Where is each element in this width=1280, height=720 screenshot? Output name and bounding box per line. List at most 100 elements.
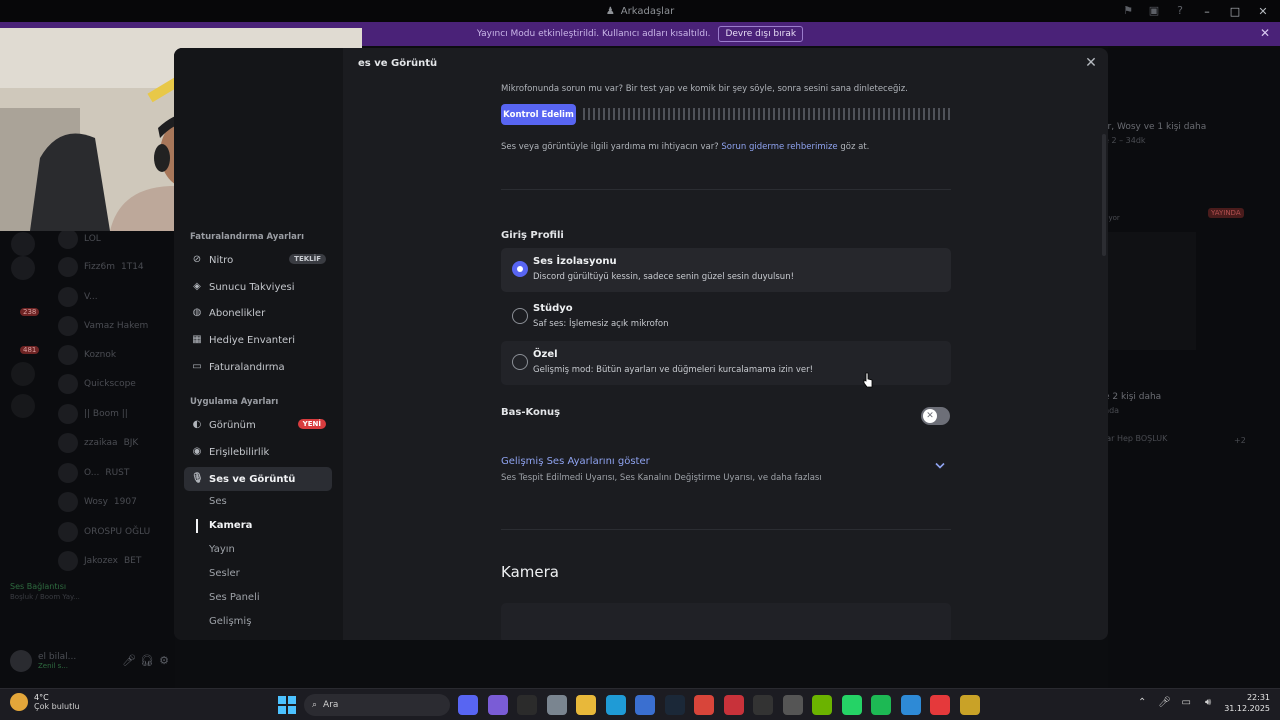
profile-option-custom[interactable]: Özel Gelişmiş mod: Bütün ayarları ve düğ… (501, 341, 951, 385)
mic-test-button[interactable]: Kontrol Edelim (501, 104, 576, 125)
steam-icon[interactable] (664, 695, 685, 715)
server-icon[interactable] (11, 232, 35, 256)
file-explorer-icon[interactable] (576, 695, 596, 715)
sidebar-subitem-advanced[interactable]: Gelişmiş (209, 616, 251, 627)
sidebar-item-accessibility[interactable]: ◉ Erişilebilirlik (184, 440, 332, 464)
server-badge: 238 (20, 308, 40, 316)
scrollbar[interactable] (1102, 134, 1106, 256)
chatgpt-icon[interactable] (782, 695, 803, 715)
radio-unselected[interactable] (512, 308, 528, 324)
radio-unselected[interactable] (512, 354, 528, 370)
stream-preview[interactable] (1104, 232, 1196, 350)
start-button[interactable] (278, 696, 296, 714)
profile-option-studio[interactable]: Stüdyo Saf ses: İşlemesiz açık mikrofon (501, 295, 951, 339)
avatar (58, 374, 78, 394)
sidebar-subitem-voice[interactable]: Ses (209, 496, 227, 507)
headset-icon[interactable]: 🎧︎ (140, 655, 154, 667)
chevron-down-icon[interactable] (935, 462, 945, 470)
sidebar-subitem-soundboard[interactable]: Ses Paneli (209, 592, 260, 603)
chevron-up-icon[interactable]: ⌃ (1136, 697, 1148, 709)
list-item[interactable]: Koznok (58, 342, 116, 368)
anydesk-icon[interactable] (930, 695, 950, 715)
capcut-icon[interactable] (753, 695, 773, 715)
friends-icon: ♟ (605, 5, 615, 17)
explore-icon[interactable] (11, 394, 35, 418)
weather-widget[interactable]: 4°C Çok bulutlu (10, 693, 80, 711)
list-item[interactable]: V... (58, 284, 98, 310)
settings-icon[interactable] (546, 695, 567, 715)
copilot-icon[interactable] (487, 695, 508, 715)
sidebar-item-subscriptions[interactable]: ◍ Abonelikler (184, 301, 332, 325)
list-item[interactable]: Wosy 1907 (58, 489, 137, 515)
add-server-icon[interactable] (11, 362, 35, 386)
hand-cursor-icon (863, 372, 873, 388)
inbox-icon[interactable]: ⚑ (1122, 5, 1134, 17)
clock[interactable]: 22:31 31.12.2025 (1224, 692, 1270, 714)
gear-icon[interactable]: ⚙ (158, 655, 170, 667)
volume-icon[interactable]: 🔊︎ (1202, 697, 1214, 709)
avatar (58, 492, 78, 512)
list-item[interactable]: O... RUST (58, 460, 129, 486)
avatar (58, 287, 78, 307)
epic-games-icon[interactable] (517, 695, 537, 715)
push-to-talk-toggle[interactable]: ✕ (921, 407, 950, 425)
sidebar-item-appearance[interactable]: ◐ Görünüm YENİ (184, 413, 332, 437)
user-panel: el bilal... Zenil s... 🎤︎ 🎧︎ ⚙ (10, 650, 170, 672)
chrome-icon[interactable] (694, 695, 714, 715)
sidebar-subitem-stream[interactable]: Yayın (209, 544, 235, 555)
windows-logo-tile (288, 706, 296, 714)
edge-icon[interactable] (605, 695, 626, 715)
troubleshooting-link[interactable]: Sorun giderme rehberimize (721, 142, 837, 152)
list-item[interactable]: || Boom || (58, 401, 128, 427)
title-bar: ♟ Arkadaşlar ⚑ ▣ ? – □ ✕ (0, 0, 1280, 22)
close-icon[interactable]: ✕ (1260, 26, 1270, 40)
disable-streamer-mode-button[interactable]: Devre dışı bırak (718, 26, 804, 42)
list-item[interactable]: zzaikaa BJK (58, 430, 138, 456)
windows-logo-tile (278, 696, 286, 704)
activity-text: lar Hep BOŞLUK (1104, 434, 1168, 443)
sidebar-item-voice-video[interactable]: 🎙︎ Ses ve Görüntü (184, 467, 332, 491)
maximize-button[interactable]: □ (1228, 5, 1242, 18)
spotify-icon[interactable] (871, 695, 891, 715)
photos-icon[interactable] (900, 695, 921, 715)
push-to-talk-label: Bas-Konuş (501, 407, 561, 418)
store-icon[interactable] (635, 695, 655, 715)
pen-tool-icon[interactable] (959, 695, 980, 715)
avatar (58, 463, 78, 483)
offer-badge: TEKLİF (289, 254, 326, 264)
mute-icon[interactable]: 🎤︎ (122, 655, 136, 667)
server-icon[interactable] (11, 256, 35, 280)
radio-selected[interactable] (512, 261, 528, 277)
sidebar-item-nitro[interactable]: ⊘ Nitro TEKLİF (184, 248, 332, 272)
settings-sidebar: Faturalandırma Ayarları ⊘ Nitro TEKLİF ◈… (174, 48, 343, 640)
list-item[interactable]: OROSPU OĞLU (58, 519, 150, 545)
voice-connection-panel: Ses Bağlantısı Boşluk / Boom Yay... (10, 582, 80, 601)
show-advanced-voice-settings-link[interactable]: Gelişmiş Ses Ayarlarını göster (501, 456, 650, 467)
taskbar-search[interactable]: ⌕ Ara (304, 694, 450, 716)
sidebar-subitem-sounds[interactable]: Sesler (209, 568, 240, 579)
boost-icon: ◈ (193, 281, 201, 292)
title-bar-controls: ⚑ ▣ ? – □ ✕ (1122, 0, 1270, 22)
list-item[interactable]: Vamaz Hakem (58, 313, 148, 339)
list-item[interactable]: Fizz6m 1T14 (58, 254, 144, 280)
avatar (58, 522, 78, 542)
close-window-button[interactable]: ✕ (1256, 5, 1270, 18)
sidebar-subitem-camera[interactable]: Kamera (209, 520, 252, 531)
game-launcher-icon[interactable] (723, 695, 744, 715)
whatsapp-icon[interactable] (841, 695, 862, 715)
help-icon[interactable]: ? (1174, 5, 1186, 17)
profile-option-voice-isolation[interactable]: Ses İzolasyonu Discord gürültüyü kessin,… (501, 248, 951, 292)
list-item[interactable]: Quickscope (58, 371, 136, 397)
avatar[interactable] (10, 650, 32, 672)
sidebar-item-gift-inventory[interactable]: ▦ Hediye Envanteri (184, 328, 332, 352)
close-icon[interactable]: ✕ (1084, 56, 1098, 70)
minimize-button[interactable]: – (1200, 5, 1214, 18)
discord-icon[interactable] (458, 695, 478, 715)
nvidia-icon[interactable] (812, 695, 832, 715)
window-icon[interactable]: ▣ (1148, 5, 1160, 17)
network-icon[interactable]: ▭ (1180, 697, 1192, 709)
sidebar-item-server-boost[interactable]: ◈ Sunucu Takviyesi (184, 275, 332, 299)
mic-icon[interactable]: 🎤︎ (1158, 697, 1171, 709)
list-item[interactable]: Jakozex BET (58, 548, 141, 574)
sidebar-item-billing[interactable]: ▭ Faturalandırma (184, 355, 332, 379)
